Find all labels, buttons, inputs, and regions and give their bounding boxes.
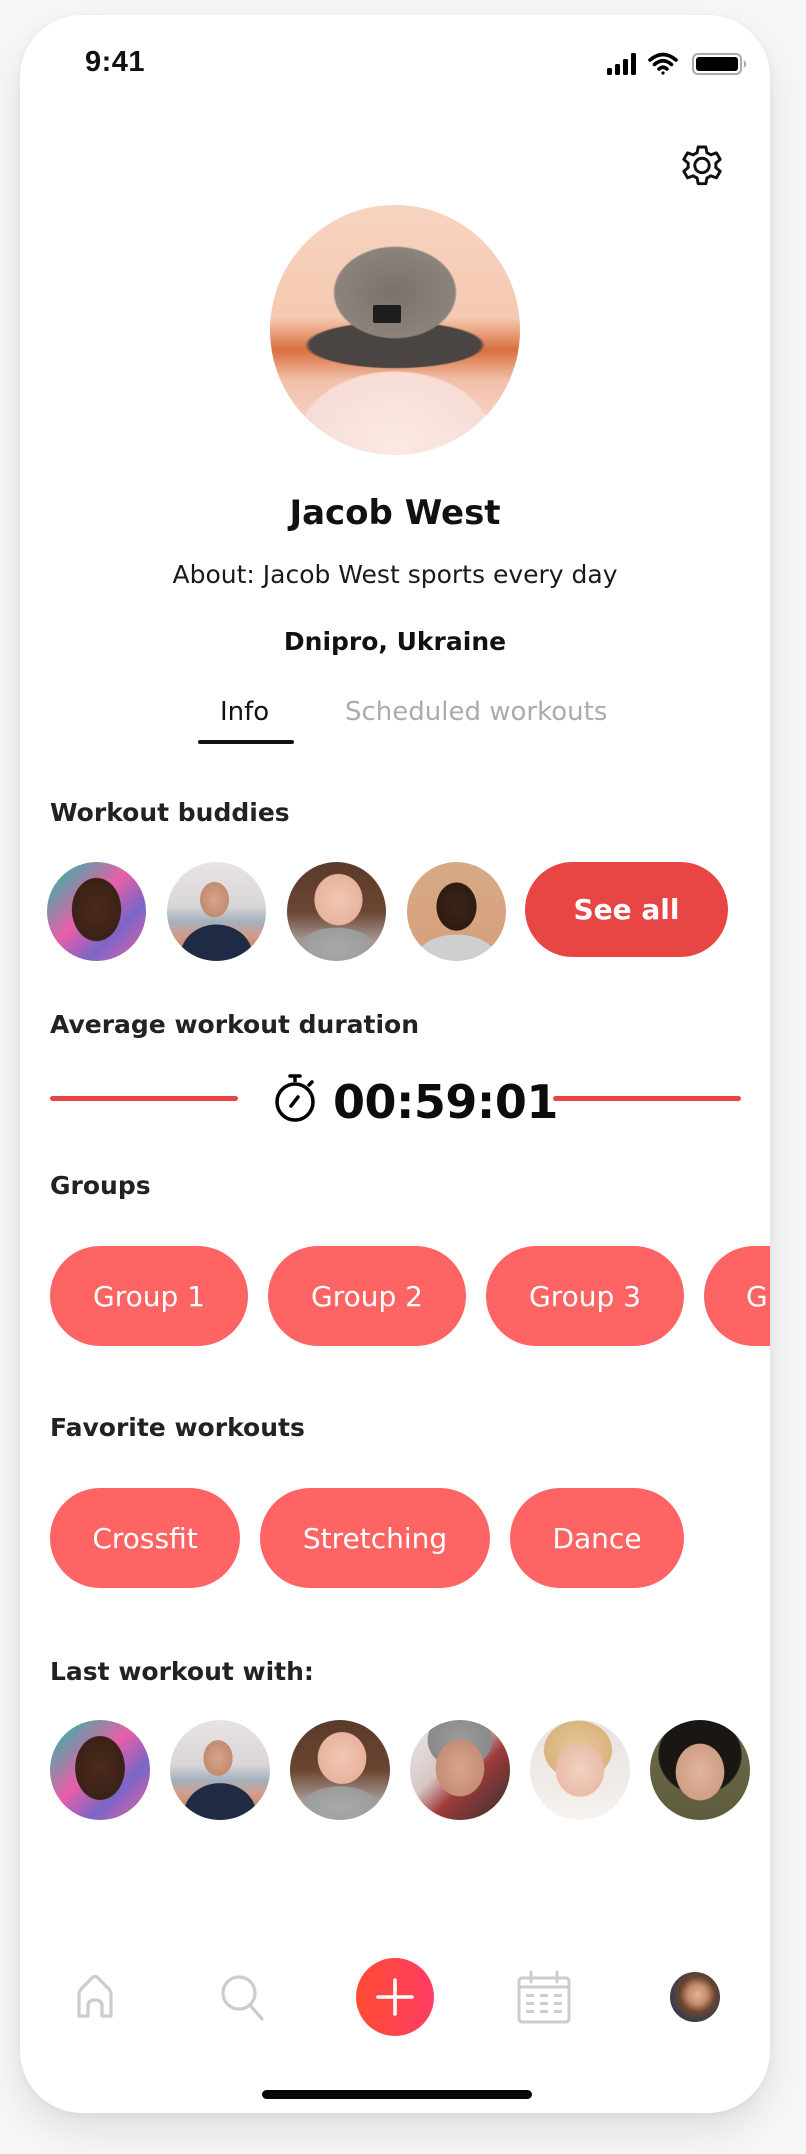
favorite-workouts-title: Favorite workouts — [50, 1413, 305, 1442]
calendar-icon — [517, 1970, 571, 2024]
nav-search[interactable] — [216, 1970, 270, 2024]
workout-chip[interactable]: Dance — [510, 1488, 684, 1588]
battery-icon — [692, 53, 747, 75]
see-all-button[interactable]: See all — [525, 862, 728, 957]
cellular-signal-icon — [607, 53, 636, 75]
tab-info[interactable]: Info — [220, 697, 269, 727]
stopwatch-icon — [273, 1073, 319, 1123]
buddy-avatar[interactable] — [47, 862, 146, 961]
status-icons — [607, 51, 757, 77]
last-workout-avatar[interactable] — [290, 1720, 390, 1820]
gear-icon — [682, 145, 722, 186]
last-workout-title: Last workout with: — [50, 1657, 314, 1686]
profile-name: Jacob West — [289, 493, 501, 533]
profile-avatar[interactable] — [270, 205, 520, 455]
plus-icon — [376, 1978, 414, 2016]
profile-location: Dnipro, Ukraine — [283, 627, 507, 656]
buddy-avatar[interactable] — [407, 862, 506, 961]
last-workout-avatar[interactable] — [50, 1720, 150, 1820]
add-workout-button[interactable] — [356, 1958, 434, 2036]
last-workout-avatar[interactable] — [170, 1720, 270, 1820]
last-workout-avatar[interactable] — [410, 1720, 510, 1820]
home-indicator — [262, 2090, 532, 2099]
workout-buddies-title: Workout buddies — [50, 798, 290, 827]
group-chip[interactable]: Gr — [704, 1246, 770, 1346]
last-workout-avatar[interactable] — [650, 1720, 750, 1820]
last-workout-avatar[interactable] — [530, 1720, 630, 1820]
profile-about: About: Jacob West sports every day — [172, 560, 618, 589]
nav-profile-avatar[interactable] — [670, 1972, 720, 2022]
duration-divider-right — [553, 1096, 741, 1101]
group-chip[interactable]: Group 1 — [50, 1246, 248, 1346]
group-chip[interactable]: Group 3 — [486, 1246, 684, 1346]
group-chip[interactable]: Group 2 — [268, 1246, 466, 1346]
buddy-avatar[interactable] — [167, 862, 266, 961]
workout-chip[interactable]: Crossfit — [50, 1488, 240, 1588]
active-tab-indicator — [198, 740, 294, 744]
nav-calendar[interactable] — [517, 1970, 571, 2024]
workout-chip[interactable]: Stretching — [260, 1488, 490, 1588]
duration-divider-left — [50, 1096, 238, 1101]
search-icon — [221, 1975, 264, 2021]
avatar-detail — [373, 305, 401, 323]
groups-title: Groups — [50, 1171, 151, 1200]
buddy-avatar[interactable] — [287, 862, 386, 961]
tab-scheduled-workouts[interactable]: Scheduled workouts — [345, 697, 607, 727]
home-icon — [77, 1974, 113, 2018]
average-duration-title: Average workout duration — [50, 1010, 420, 1039]
status-time: 9:41 — [85, 46, 146, 78]
settings-button[interactable] — [675, 138, 729, 192]
phone-screen: 9:41 Jacob West About: Jacob West sports… — [20, 15, 770, 2113]
wifi-icon — [648, 52, 678, 75]
average-duration-value: 00:59:01 — [333, 1075, 558, 1129]
nav-home[interactable] — [68, 1970, 122, 2024]
